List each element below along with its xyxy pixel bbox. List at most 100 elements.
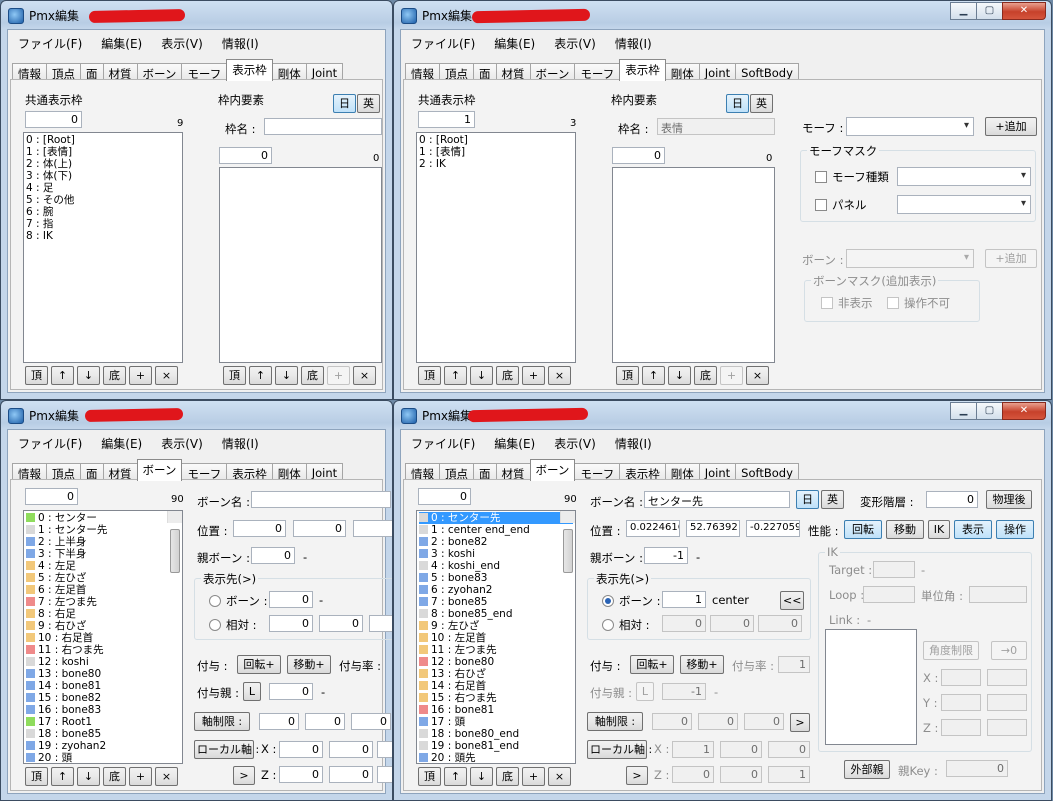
inner-delete-button[interactable]: × bbox=[353, 366, 376, 385]
ik-target-input[interactable] bbox=[873, 561, 915, 578]
tab-display-frame[interactable]: 表示枠 bbox=[226, 59, 273, 81]
perf-operate-button[interactable]: 操作 bbox=[996, 520, 1034, 539]
axis-y-input[interactable]: 0 bbox=[305, 713, 345, 730]
parent-bone-input[interactable]: -1 bbox=[644, 547, 688, 564]
grant-rotate-button[interactable]: 回転+ bbox=[630, 655, 674, 674]
morph-add-button[interactable]: +追加 bbox=[985, 117, 1037, 136]
bone-index-input[interactable]: 0 bbox=[418, 488, 471, 505]
local-x-2-input[interactable]: 0 bbox=[720, 741, 762, 758]
position-z-input[interactable] bbox=[353, 520, 392, 537]
menu-info[interactable]: 情報(I) bbox=[222, 437, 259, 451]
grant-rotate-button[interactable]: 回転+ bbox=[237, 655, 281, 674]
inner-add-button[interactable]: + bbox=[720, 366, 743, 385]
move-down-button[interactable]: ↓ bbox=[470, 366, 493, 385]
maximize-icon[interactable]: ▢ bbox=[976, 2, 1003, 20]
list-item[interactable]: 4 : 足 bbox=[26, 182, 180, 194]
local-z-2-input[interactable]: 0 bbox=[329, 766, 373, 783]
minimize-icon[interactable]: ▁ bbox=[950, 402, 977, 420]
local-x-3-input[interactable]: 0 bbox=[768, 741, 810, 758]
maximize-icon[interactable]: ▢ bbox=[976, 402, 1003, 420]
inner-add-button[interactable]: + bbox=[327, 366, 350, 385]
menu-file[interactable]: ファイル(F) bbox=[18, 37, 82, 51]
morph-type-checkbox[interactable] bbox=[815, 171, 827, 183]
relative-y-input[interactable]: 0 bbox=[710, 615, 754, 632]
tab-display-frame[interactable]: 表示枠 bbox=[619, 59, 666, 81]
list-item[interactable]: 7 : bone85 bbox=[419, 596, 573, 608]
list-item[interactable]: 1 : [表情] bbox=[26, 146, 180, 158]
external-parent-button[interactable]: 外部親 bbox=[844, 760, 890, 779]
list-item[interactable]: 2 : bone82 bbox=[419, 536, 573, 548]
close-icon[interactable]: ✕ bbox=[1002, 402, 1046, 420]
bone-add-button[interactable]: +追加 bbox=[985, 249, 1037, 268]
ik-x-max-input[interactable] bbox=[987, 669, 1027, 686]
list-item[interactable]: 18 : bone80_end bbox=[419, 728, 573, 740]
lang-en-button[interactable]: 英 bbox=[821, 490, 844, 509]
list-item[interactable]: 14 : 右足首 bbox=[419, 680, 573, 692]
list-item[interactable]: 0 : センター先 bbox=[419, 512, 573, 524]
list-item[interactable]: 5 : bone83 bbox=[419, 572, 573, 584]
tab-bone[interactable]: ボーン bbox=[529, 459, 576, 481]
panel-select[interactable] bbox=[897, 195, 1031, 214]
morph-type-select[interactable] bbox=[897, 167, 1031, 186]
list-item[interactable]: 10 : 左足首 bbox=[419, 632, 573, 644]
perf-visible-button[interactable]: 表示 bbox=[954, 520, 992, 539]
inner-delete-button[interactable]: × bbox=[746, 366, 769, 385]
move-bottom-button[interactable]: 底 bbox=[103, 767, 126, 786]
inner-move-bottom-button[interactable]: 底 bbox=[694, 366, 717, 385]
grant-rate-input[interactable]: 1 bbox=[778, 656, 810, 673]
delete-button[interactable]: × bbox=[155, 366, 178, 385]
title-bar[interactable]: Pmx編集 ▁ ▢ ✕ bbox=[394, 1, 1051, 29]
inner-index-input[interactable]: 0 bbox=[219, 147, 272, 164]
grant-parent-L-button[interactable]: L bbox=[636, 682, 654, 701]
list-item[interactable]: 19 : bone81_end bbox=[419, 740, 573, 752]
lang-ja-button[interactable]: 日 bbox=[796, 490, 819, 509]
delete-button[interactable]: × bbox=[548, 366, 571, 385]
add-button[interactable]: + bbox=[522, 366, 545, 385]
hide-checkbox[interactable] bbox=[821, 297, 833, 309]
bone-name-input[interactable]: センター先 bbox=[644, 491, 790, 508]
list-item[interactable]: 13 : bone80 bbox=[26, 668, 180, 680]
ik-y-min-input[interactable] bbox=[941, 694, 981, 711]
ik-link-list[interactable] bbox=[825, 629, 917, 745]
list-item[interactable]: 5 : その他 bbox=[26, 194, 180, 206]
grant-move-button[interactable]: 移動+ bbox=[680, 655, 724, 674]
axis-z-input[interactable]: 0 bbox=[744, 713, 784, 730]
axis-limit-button[interactable]: 軸制限 : bbox=[194, 712, 250, 731]
move-down-button[interactable]: ↓ bbox=[77, 366, 100, 385]
title-bar[interactable]: Pmx編集 bbox=[1, 1, 392, 29]
list-item[interactable]: 8 : 右足 bbox=[26, 608, 180, 620]
bone-list[interactable]: 0 : センター先 1 : center end_end 2 : bone82 3 :… bbox=[416, 510, 576, 764]
frame-name-input[interactable] bbox=[264, 118, 382, 135]
position-z-input[interactable]: -0.227059 bbox=[746, 520, 800, 537]
delete-button[interactable]: × bbox=[548, 767, 571, 786]
menu-view[interactable]: 表示(V) bbox=[554, 437, 596, 451]
list-item[interactable]: 9 : 右ひざ bbox=[26, 620, 180, 632]
bone-name-input[interactable] bbox=[251, 491, 391, 508]
list-item[interactable]: 3 : 体(下) bbox=[26, 170, 180, 182]
relative-y-input[interactable]: 0 bbox=[319, 615, 363, 632]
move-bottom-button[interactable]: 底 bbox=[496, 366, 519, 385]
list-item[interactable]: 1 : center end_end bbox=[419, 524, 573, 536]
lang-en-button[interactable]: 英 bbox=[750, 94, 773, 113]
list-item[interactable]: 19 : zyohan2 bbox=[26, 740, 180, 752]
menu-file[interactable]: ファイル(F) bbox=[18, 437, 82, 451]
bone-index-input[interactable]: 0 bbox=[25, 488, 78, 505]
local-x-1-input[interactable]: 1 bbox=[672, 741, 714, 758]
list-item[interactable]: 14 : bone81 bbox=[26, 680, 180, 692]
list-item[interactable]: 12 : bone80 bbox=[419, 656, 573, 668]
frame-list[interactable]: 0 : [Root] 1 : [表情] 2 : IK bbox=[416, 132, 576, 363]
deform-level-input[interactable]: 0 bbox=[926, 491, 978, 508]
lang-en-button[interactable]: 英 bbox=[357, 94, 380, 113]
local-z-3-input[interactable] bbox=[377, 766, 392, 783]
list-item[interactable]: 0 : [Root] bbox=[419, 134, 573, 146]
ik-x-min-input[interactable] bbox=[941, 669, 981, 686]
minimize-icon[interactable]: ▁ bbox=[950, 2, 977, 20]
list-item[interactable]: 4 : koshi_end bbox=[419, 560, 573, 572]
common-frame-index-input[interactable]: 0 bbox=[25, 111, 82, 128]
inner-index-input[interactable]: 0 bbox=[612, 147, 665, 164]
bone-list-scrollbar[interactable] bbox=[560, 511, 575, 573]
list-item[interactable]: 20 : 頭先 bbox=[419, 752, 573, 763]
axis-x-input[interactable]: 0 bbox=[259, 713, 299, 730]
perf-ik-button[interactable]: IK bbox=[928, 520, 950, 539]
list-item[interactable]: 11 : 左つま先 bbox=[419, 644, 573, 656]
